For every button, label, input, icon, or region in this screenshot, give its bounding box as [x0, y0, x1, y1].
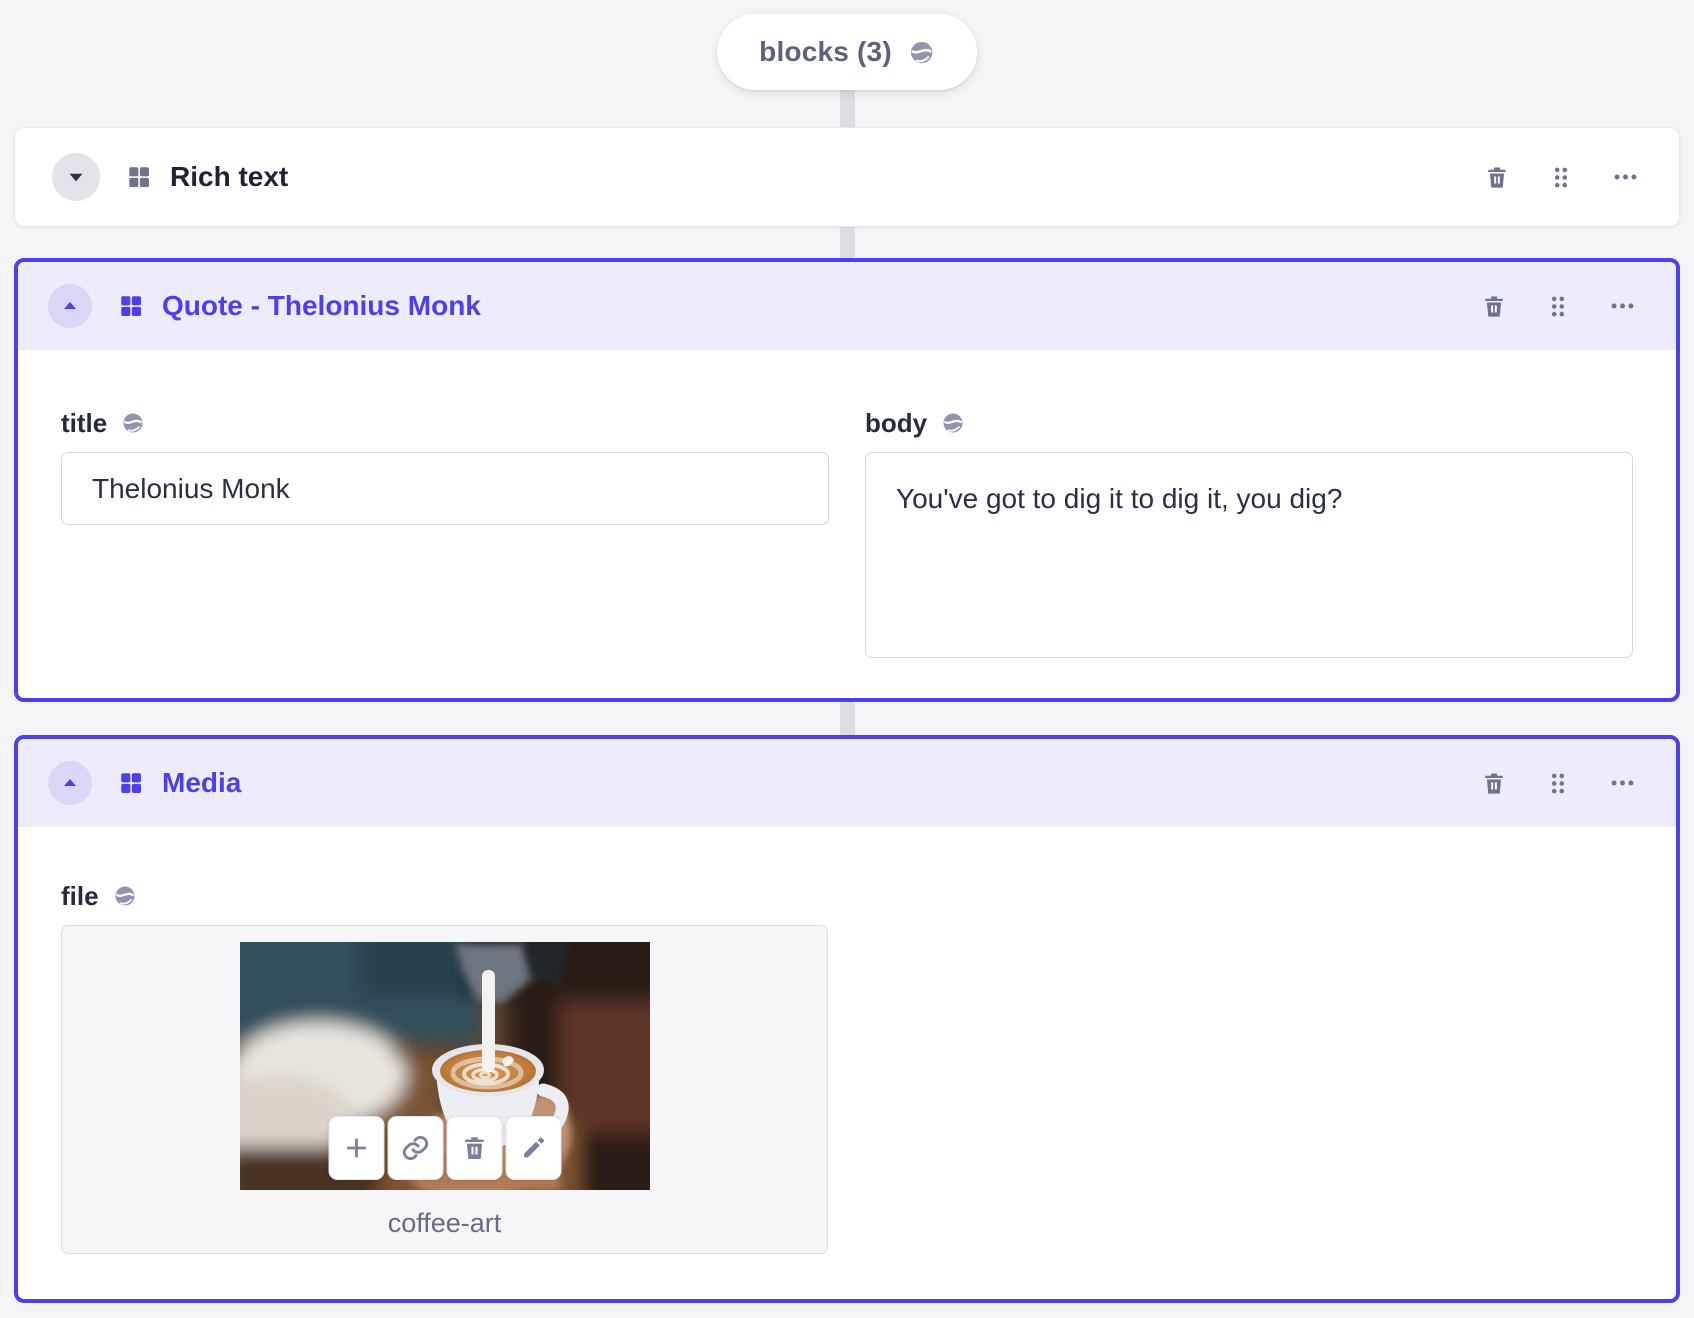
title-field: title: [61, 406, 829, 663]
drag-handle-icon: [1545, 770, 1571, 796]
globe-icon: [113, 884, 137, 908]
trash-icon: [1481, 770, 1507, 796]
block-type-icon: [126, 164, 152, 190]
link-file-button[interactable]: [387, 1116, 443, 1180]
file-name: coffee-art: [387, 1208, 502, 1238]
trash-icon: [1484, 164, 1510, 190]
body-textarea[interactable]: You've got to dig it to dig it, you dig?: [865, 452, 1633, 658]
block-header[interactable]: Quote - Thelonius Monk: [18, 262, 1676, 350]
drag-handle[interactable]: [1545, 770, 1571, 796]
block-type-icon: [118, 770, 144, 796]
block-title: Quote - Thelonius Monk: [162, 290, 481, 321]
remove-file-button[interactable]: [446, 1116, 502, 1180]
ellipsis-icon: [1612, 164, 1639, 191]
chevron-up-icon: [58, 294, 82, 318]
pencil-icon: [519, 1134, 547, 1162]
body-field: body You've got to dig it to dig it, you…: [865, 406, 1633, 663]
tree-connector-line: [840, 224, 855, 260]
block-card-rich-text[interactable]: Rich text: [14, 127, 1680, 227]
drag-handle-icon: [1545, 293, 1571, 319]
block-menu-button[interactable]: [1609, 770, 1636, 797]
block-card-quote[interactable]: Quote - Thelonius Monk title body: [14, 258, 1680, 702]
ellipsis-icon: [1609, 770, 1636, 797]
edit-file-button[interactable]: [505, 1116, 561, 1180]
add-file-button[interactable]: [328, 1116, 384, 1180]
plus-icon: [341, 1133, 371, 1163]
trash-icon: [460, 1134, 488, 1162]
collapse-button[interactable]: [48, 284, 92, 328]
coffee-photo-preview[interactable]: [239, 942, 650, 1190]
block-card-media[interactable]: Media file coffee-art: [14, 735, 1680, 1303]
delete-block-button[interactable]: [1481, 293, 1507, 319]
block-header[interactable]: Media: [18, 739, 1676, 827]
field-label-file: file: [61, 880, 99, 911]
delete-block-button[interactable]: [1484, 164, 1510, 190]
array-field-label: blocks (3): [759, 36, 892, 67]
array-field-pill: blocks (3): [717, 14, 977, 90]
block-header[interactable]: Rich text: [15, 128, 1679, 226]
title-input[interactable]: [61, 452, 829, 525]
chevron-down-icon: [63, 164, 89, 190]
globe-icon: [941, 411, 965, 435]
globe-icon: [121, 411, 145, 435]
trash-icon: [1481, 293, 1507, 319]
expand-button[interactable]: [52, 153, 100, 201]
field-label-body: body: [865, 407, 928, 438]
ellipsis-icon: [1609, 293, 1636, 320]
drag-handle-icon: [1548, 164, 1574, 190]
field-label-title: title: [61, 407, 108, 438]
link-icon: [400, 1133, 430, 1163]
collapse-button[interactable]: [48, 761, 92, 805]
globe-icon: [908, 39, 935, 66]
file-upload-field: coffee-art: [61, 925, 828, 1254]
drag-handle[interactable]: [1548, 164, 1574, 190]
block-title: Rich text: [170, 161, 289, 192]
block-menu-button[interactable]: [1609, 293, 1636, 320]
block-title: Media: [162, 767, 242, 798]
delete-block-button[interactable]: [1481, 770, 1507, 796]
tree-connector-line: [840, 698, 855, 738]
block-menu-button[interactable]: [1612, 164, 1639, 191]
chevron-up-icon: [58, 771, 82, 795]
block-type-icon: [118, 293, 144, 319]
drag-handle[interactable]: [1545, 293, 1571, 319]
photo-toolbar: [328, 1116, 561, 1180]
